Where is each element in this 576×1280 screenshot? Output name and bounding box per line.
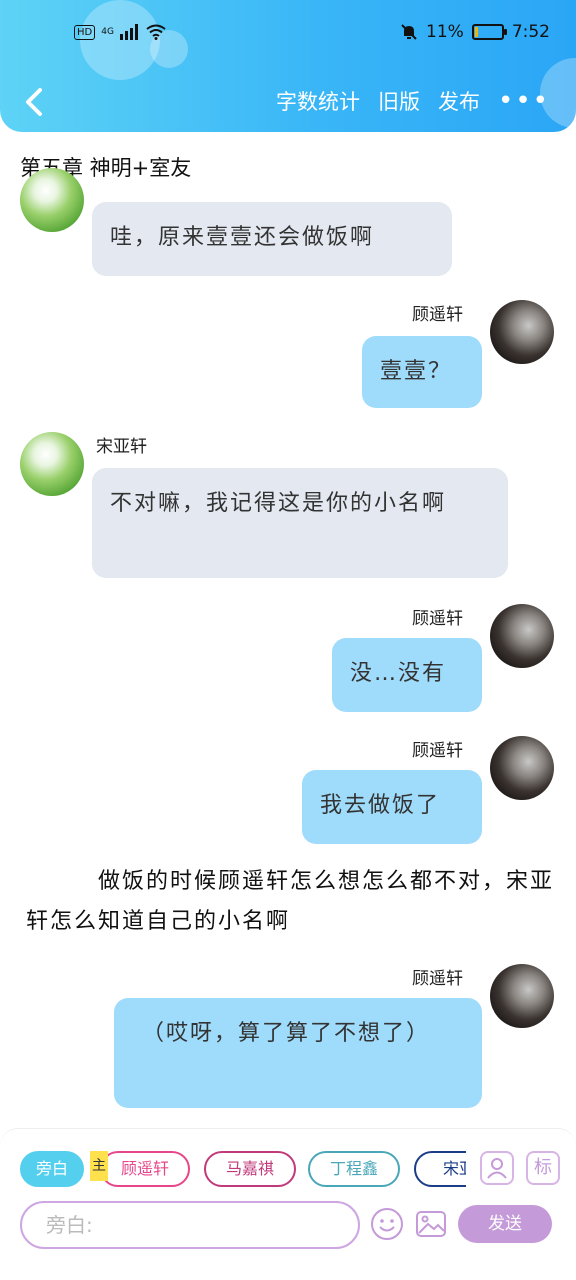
chip-character[interactable]: 顾遥轩: [100, 1151, 190, 1187]
chip-character[interactable]: 宋亚: [414, 1151, 466, 1187]
publish-button[interactable]: 发布: [438, 86, 480, 116]
hd-badge: HD: [74, 24, 96, 40]
character-chips: 旁白 顾遥轩 主 马嘉祺 丁程鑫 宋亚: [20, 1151, 466, 1189]
signal-icon: [119, 24, 138, 40]
battery-fill: [474, 27, 478, 37]
sender-name: 顾遥轩: [412, 305, 463, 325]
battery-percent: 11%: [426, 22, 464, 42]
mute-icon: [401, 24, 417, 40]
narration-input[interactable]: 旁白:: [20, 1201, 360, 1249]
person-icon: [487, 1158, 507, 1179]
avatar-right[interactable]: [490, 604, 554, 668]
sender-name: 宋亚轩: [96, 437, 147, 457]
message-bubble-left: 哇，原来壹壹还会做饭啊: [92, 202, 452, 276]
header: HD 4G 11% 7:52 字数统计 旧版 发布 •••: [0, 0, 576, 132]
emoji-icon[interactable]: [370, 1207, 404, 1241]
chip-narrator[interactable]: 旁白: [20, 1151, 84, 1187]
status-bar: HD 4G 11% 7:52: [0, 18, 576, 50]
sender-name: 顾遥轩: [412, 741, 463, 761]
chip-character[interactable]: 丁程鑫: [308, 1151, 400, 1187]
main-character-tag: 主: [90, 1151, 108, 1181]
avatar-left[interactable]: [20, 168, 84, 232]
narration-text: 做饭的时候顾遥轩怎么想怎么都不对，宋亚轩怎么知道自己的小名啊: [26, 869, 555, 934]
sender-name: 顾遥轩: [412, 969, 463, 989]
composer-panel: 旁白 顾遥轩 主 马嘉祺 丁程鑫 宋亚 标 旁白: 发送: [0, 1128, 576, 1280]
avatar-right[interactable]: [490, 964, 554, 1028]
network-label: 4G: [101, 27, 114, 37]
image-icon[interactable]: [414, 1207, 448, 1241]
avatar-right[interactable]: [490, 300, 554, 364]
old-version-button[interactable]: 旧版: [378, 86, 420, 116]
back-icon[interactable]: [20, 84, 50, 120]
navbar: 字数统计 旧版 发布 •••: [0, 78, 576, 126]
avatar-left[interactable]: [20, 432, 84, 496]
more-icon[interactable]: •••: [498, 88, 550, 114]
avatar-right[interactable]: [490, 736, 554, 800]
send-button[interactable]: 发送: [458, 1205, 552, 1243]
sender-name: 顾遥轩: [412, 609, 463, 629]
message-bubble-right: （哎呀，算了算了不想了）: [114, 998, 482, 1108]
message-bubble-right: 没…没有: [332, 638, 482, 712]
message-bubble-right: 我去做饭了: [302, 770, 482, 844]
clock: 7:52: [511, 22, 550, 42]
chip-character[interactable]: 马嘉祺: [204, 1151, 296, 1187]
word-count-button[interactable]: 字数统计: [276, 86, 360, 116]
message-bubble-right: 壹壹？: [362, 336, 482, 408]
wifi-icon: [146, 24, 166, 40]
battery-icon: [471, 24, 507, 40]
person-icon[interactable]: [480, 1151, 514, 1185]
message-bubble-left: 不对嘛，我记得这是你的小名啊: [92, 468, 508, 578]
mark-button[interactable]: 标: [526, 1151, 560, 1185]
